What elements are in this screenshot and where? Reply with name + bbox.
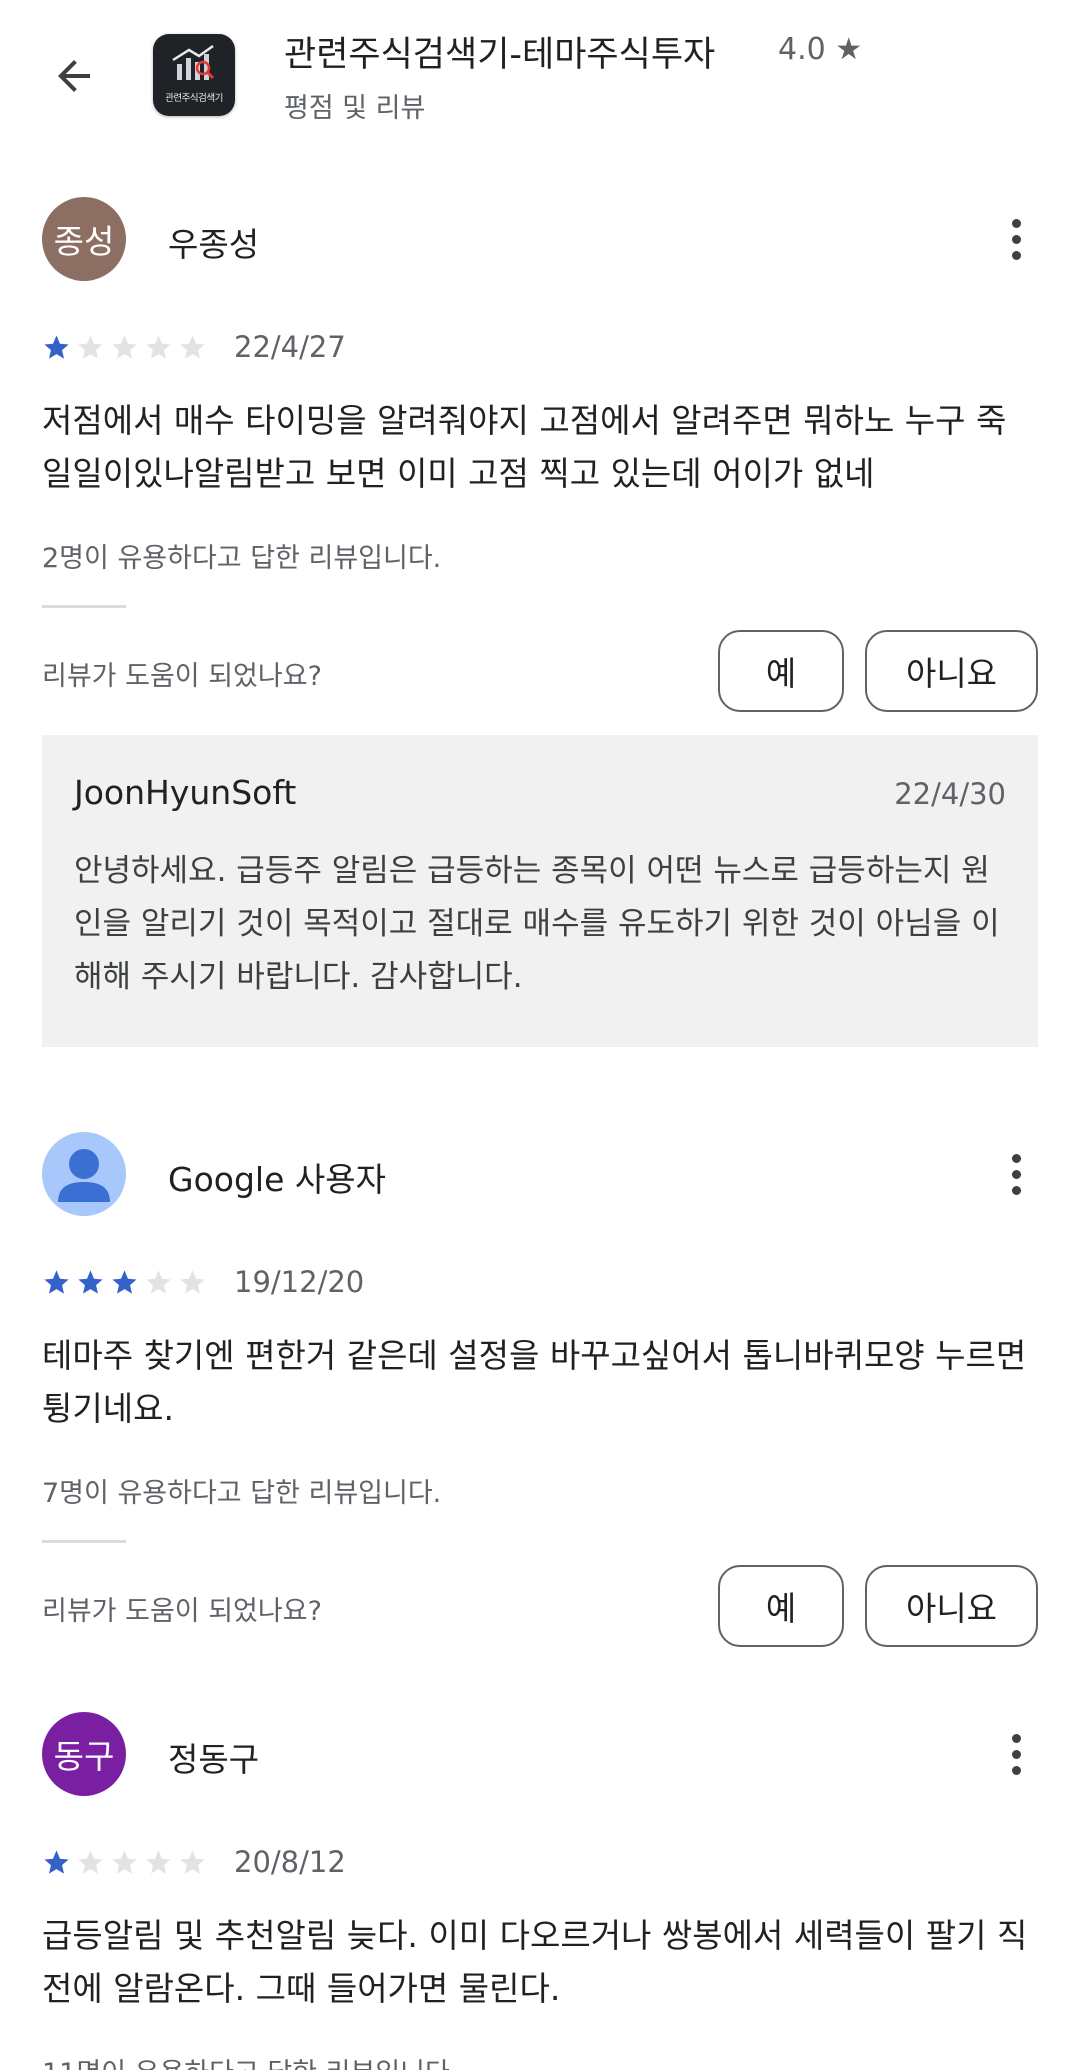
helpful-question: 리뷰가 도움이 되었나요? bbox=[42, 1596, 322, 1627]
star-rating bbox=[42, 333, 207, 362]
star-empty-icon bbox=[146, 1270, 171, 1294]
divider bbox=[42, 605, 126, 608]
divider bbox=[42, 1540, 126, 1543]
star-filled-icon bbox=[78, 1270, 103, 1294]
helpful-no-button[interactable]: 아니요 bbox=[865, 630, 1038, 712]
review-date: 19/12/20 bbox=[234, 1265, 365, 1299]
review-text: 테마주 찾기엔 편한거 같은데 설정을 바꾸고싶어서 톱니바퀴모양 누르면 튕기… bbox=[42, 1336, 1027, 1428]
star-empty-icon bbox=[146, 1850, 171, 1874]
reply-date: 22/4/30 bbox=[894, 777, 1006, 811]
star-empty-icon bbox=[112, 335, 137, 359]
person-icon bbox=[58, 1149, 110, 1202]
developer-reply: JoonHyunSoft 22/4/30 안녕하세요. 급등주 알림은 급등하는… bbox=[42, 735, 1038, 1047]
star-empty-icon bbox=[112, 1850, 137, 1874]
star-empty-icon bbox=[146, 335, 171, 359]
review-date: 20/8/12 bbox=[234, 1845, 346, 1879]
app-icon[interactable]: 관련주식검색기 bbox=[153, 34, 235, 116]
page-subtitle: 평점 및 리뷰 bbox=[284, 93, 426, 124]
review-text: 저점에서 매수 타이밍을 알려줘야지 고점에서 알려주면 뭐하노 누구 죽일일이… bbox=[42, 401, 1007, 493]
app-icon-label: 관련주식검색기 bbox=[165, 93, 223, 104]
reply-text: 안녕하세요. 급등주 알림은 급등하는 종목이 어떤 뉴스로 급등하는지 원인을… bbox=[74, 853, 1000, 995]
back-button[interactable] bbox=[42, 44, 106, 108]
star-filled-icon bbox=[44, 335, 69, 359]
chart-magnifier-icon bbox=[172, 44, 215, 80]
developer-name: JoonHyunSoft bbox=[74, 773, 297, 812]
star-rating bbox=[42, 1848, 207, 1877]
helpful-no-button[interactable]: 아니요 bbox=[865, 1565, 1038, 1647]
more-options-button[interactable] bbox=[994, 209, 1038, 269]
arrow-back-icon bbox=[58, 60, 90, 92]
helpful-count: 11명이 유용하다고 답한 리뷰입니다. bbox=[42, 2051, 458, 2070]
helpful-yes-button[interactable]: 예 bbox=[718, 1565, 844, 1647]
helpful-count: 2명이 유용하다고 답한 리뷰입니다. bbox=[42, 543, 442, 574]
star-rating bbox=[42, 1268, 207, 1297]
star-empty-icon bbox=[180, 1270, 205, 1294]
review-text: 급등알림 및 추천알림 늦다. 이미 다오르거나 쌍봉에서 세력들이 팔기 직전… bbox=[42, 1916, 1028, 2008]
star-empty-icon bbox=[78, 335, 103, 359]
star-filled-icon bbox=[44, 1270, 69, 1294]
reviewer-name: 우종성 bbox=[168, 225, 260, 264]
review-date: 22/4/27 bbox=[234, 330, 346, 364]
app-rating: 4.0 ★ bbox=[778, 32, 863, 67]
helpful-count: 7명이 유용하다고 답한 리뷰입니다. bbox=[42, 1478, 442, 1509]
star-filled-icon bbox=[44, 1850, 69, 1874]
avatar: 동구 bbox=[42, 1712, 126, 1796]
app-header: 관련주식검색기 관련주식검색기-테마주식투자 4.0 ★ 평점 및 리뷰 bbox=[0, 0, 1080, 140]
avatar bbox=[42, 1132, 126, 1216]
avatar: 종성 bbox=[42, 197, 126, 281]
more-options-button[interactable] bbox=[994, 1724, 1038, 1784]
reviewer-name: Google 사용자 bbox=[168, 1160, 386, 1199]
more-options-button[interactable] bbox=[994, 1144, 1038, 1204]
helpful-yes-button[interactable]: 예 bbox=[718, 630, 844, 712]
star-empty-icon bbox=[180, 335, 205, 359]
star-empty-icon bbox=[78, 1850, 103, 1874]
helpful-question: 리뷰가 도움이 되었나요? bbox=[42, 661, 322, 692]
app-title: 관련주식검색기-테마주식투자 bbox=[284, 35, 716, 75]
star-empty-icon bbox=[180, 1850, 205, 1874]
reviewer-name: 정동구 bbox=[168, 1740, 260, 1779]
star-filled-icon bbox=[112, 1270, 137, 1294]
